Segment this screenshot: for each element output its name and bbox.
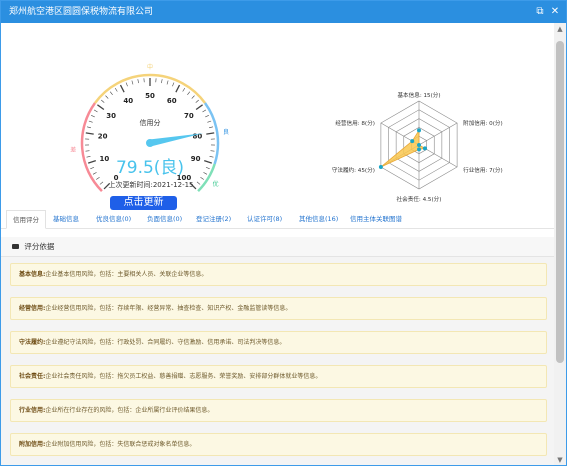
- tab-relation-graph[interactable]: 信用主体关联图谱: [350, 210, 402, 229]
- basis-item-basic: 基本信息:企业基本信用风险，包括：主要相关人员、关联企业等信息。: [10, 263, 547, 286]
- gauge-tick: [85, 150, 90, 152]
- basis-item-text: 企业附加信用风险，包括：失信联合惩戒对象名单信息。: [45, 441, 196, 448]
- scrollbar-thumb[interactable]: [556, 41, 564, 363]
- gauge-tick: [91, 115, 95, 118]
- tab-certification[interactable]: 认证许可(8): [247, 210, 282, 229]
- title-bar: 郑州航空港区圆圆保税物流有限公司 ⧉ ✕: [1, 1, 566, 23]
- gauge-tick: [101, 99, 105, 103]
- rating-basis-panel: 评分依据 基本信息:企业基本信用风险，包括：主要相关人员、关联企业等信息。 经营…: [1, 237, 554, 465]
- basis-item-text: 企业基本信用风险，包括：主要相关人员、关联企业等信息。: [45, 271, 208, 278]
- app-window: 郑州航空港区圆圆保税物流有限公司 ⧉ ✕ 0 10 20 30 40 50 60 70 80 90…: [0, 0, 567, 466]
- gauge-tick: [187, 91, 191, 95]
- basis-item-title: 经营信用:: [19, 305, 46, 312]
- gauge-tick-label: 20: [98, 132, 108, 140]
- basis-item-industry: 行业信用:企业所在行业存在的风险，包括：企业所属行业评价结果信息。: [10, 399, 547, 422]
- gauge-tick: [207, 120, 212, 123]
- tab-basic-info[interactable]: 基础信息: [53, 210, 79, 229]
- gauge-tick-label: 60: [167, 97, 177, 105]
- gauge-tick: [195, 99, 199, 103]
- radar-axis-label: 附加信用: 0(分): [463, 119, 503, 127]
- basis-item-title: 行业信用:: [19, 407, 46, 414]
- gauge-tick: [195, 104, 203, 111]
- gauge-tick: [161, 79, 163, 84]
- basis-item-text: 企业遵纪守法风险，包括：行政处罚、合同履约、守信激励、信用承诺、司法判决等信息。: [45, 339, 286, 346]
- gauge-tick: [137, 79, 139, 84]
- band-label-good: 良: [223, 128, 229, 136]
- tab-registration[interactable]: 登记注册(2): [196, 210, 231, 229]
- tab-good-info[interactable]: 优良信息(0): [96, 210, 131, 229]
- radar-point: [417, 147, 421, 152]
- gauge-tick-label: 70: [184, 112, 194, 120]
- gauge-tick: [209, 126, 214, 129]
- gauge-tick: [86, 126, 91, 129]
- gauge-tick: [105, 95, 109, 99]
- gauge-tick: [119, 84, 125, 93]
- basis-item-title: 守法履约:: [19, 339, 46, 346]
- vertical-scrollbar[interactable]: ▲ ▼: [554, 23, 566, 465]
- gauge-tick: [182, 87, 186, 92]
- gauge-tick: [85, 132, 94, 135]
- radar-axis: [418, 122, 458, 146]
- credit-radar-chart: 基本信息: 15(分) 附加信用: 0(分) 行业信用: 7(分) 社会责任: 4.5…: [332, 91, 503, 203]
- basis-item-title: 社会责任:: [19, 373, 46, 380]
- gauge-tick-label: 40: [123, 97, 133, 105]
- radar-axis-label: 行业信用: 7(分): [463, 166, 503, 174]
- window-title: 郑州航空港区圆圆保税物流有限公司: [9, 7, 154, 17]
- radar-point: [410, 139, 415, 144]
- gauge-tick: [88, 120, 93, 123]
- last-update-time: 上次更新时间:2021-12-15: [108, 181, 194, 189]
- gauge-needle-hub: [146, 139, 154, 147]
- restore-icon[interactable]: ⧉: [534, 1, 546, 23]
- scroll-up-icon[interactable]: ▲: [554, 23, 566, 35]
- gauge-tick: [125, 82, 128, 87]
- radar-axis-label: 守法履约: 45(分): [332, 166, 375, 174]
- basis-item-social: 社会责任:企业社会责任风险，包括：拖欠员工权益、慈善捐赠、志愿服务、荣誉奖励、安…: [10, 365, 547, 388]
- rating-basis-title: 评分依据: [24, 242, 55, 251]
- gauge-tick: [175, 84, 181, 93]
- radar-point: [417, 143, 421, 147]
- folder-icon: [12, 243, 19, 249]
- tab-other-info[interactable]: 其他信息(16): [299, 210, 338, 229]
- radar-point: [422, 146, 427, 151]
- tab-bar: 信用评分 基础信息 优良信息(0) 负面信息(0) 登记注册(2) 认证许可(8…: [1, 210, 554, 229]
- refresh-button[interactable]: 点击更新: [110, 196, 177, 210]
- gauge-tick: [93, 109, 98, 113]
- basis-item-additional: 附加信用:企业附加信用风险，包括：失信联合惩戒对象名单信息。: [10, 433, 547, 456]
- gauge-tick-label: 30: [106, 112, 116, 120]
- radar-axis-label: 经营信用: 8(分): [335, 119, 375, 127]
- radar-point: [378, 165, 383, 169]
- gauge-tick: [109, 91, 113, 95]
- basis-item-text: 企业经营信用风险，包括：存续年限、经营异常、抽查检查、知识产权、金融监管读等信息…: [45, 305, 292, 312]
- gauge-tick: [191, 95, 195, 99]
- gauge-tick: [205, 115, 209, 118]
- close-icon[interactable]: ✕: [549, 1, 561, 23]
- basis-item-text: 企业所在行业存在的风险，包括：企业所属行业评价结果信息。: [45, 407, 214, 414]
- basis-item-title: 基本信息:: [19, 271, 46, 278]
- gauge-tick: [210, 150, 215, 152]
- scroll-down-icon[interactable]: ▼: [554, 454, 566, 465]
- band-label-low: 差: [70, 146, 76, 154]
- basis-item-text: 企业社会责任风险，包括：拖欠员工权益、慈善捐赠、志愿服务、荣誉奖励、安排部分群体…: [45, 373, 322, 380]
- basis-item-title: 附加信用:: [19, 441, 46, 448]
- gauge-tick: [114, 87, 118, 92]
- radar-axis-label: 基本信息: 15(分): [397, 91, 440, 99]
- tab-credit-score[interactable]: 信用评分: [6, 210, 46, 229]
- radar-point: [417, 128, 421, 133]
- band-label-mid: 中: [147, 63, 153, 71]
- gauge-tick: [206, 132, 215, 135]
- basis-item-operation: 经营信用:企业经营信用风险，包括：存续年限、经营异常、抽查检查、知识产权、金融监…: [10, 297, 547, 320]
- dialog-content: 0 10 20 30 40 50 60 70 80 90 100 差中良优信用分 79.5(良) 上次…: [1, 23, 554, 465]
- gauge-tick: [166, 80, 169, 85]
- radar-axis-label: 社会责任: 4.5(分): [397, 195, 442, 203]
- rating-basis-header: 评分依据: [1, 237, 554, 257]
- gauge-tick: [172, 82, 175, 87]
- gauge-tick: [97, 104, 105, 111]
- gauge-tick: [131, 80, 134, 85]
- tab-negative-info[interactable]: 负面信息(0): [147, 210, 182, 229]
- gauge-tick: [202, 109, 207, 113]
- gauge-label: 信用分: [140, 118, 161, 127]
- basis-item-law: 守法履约:企业遵纪守法风险，包括：行政处罚、合同履约、守信激励、信用承诺、司法判…: [10, 331, 547, 354]
- credit-score-value: 79.5(良): [115, 158, 185, 178]
- gauge-tick-label: 50: [145, 92, 155, 100]
